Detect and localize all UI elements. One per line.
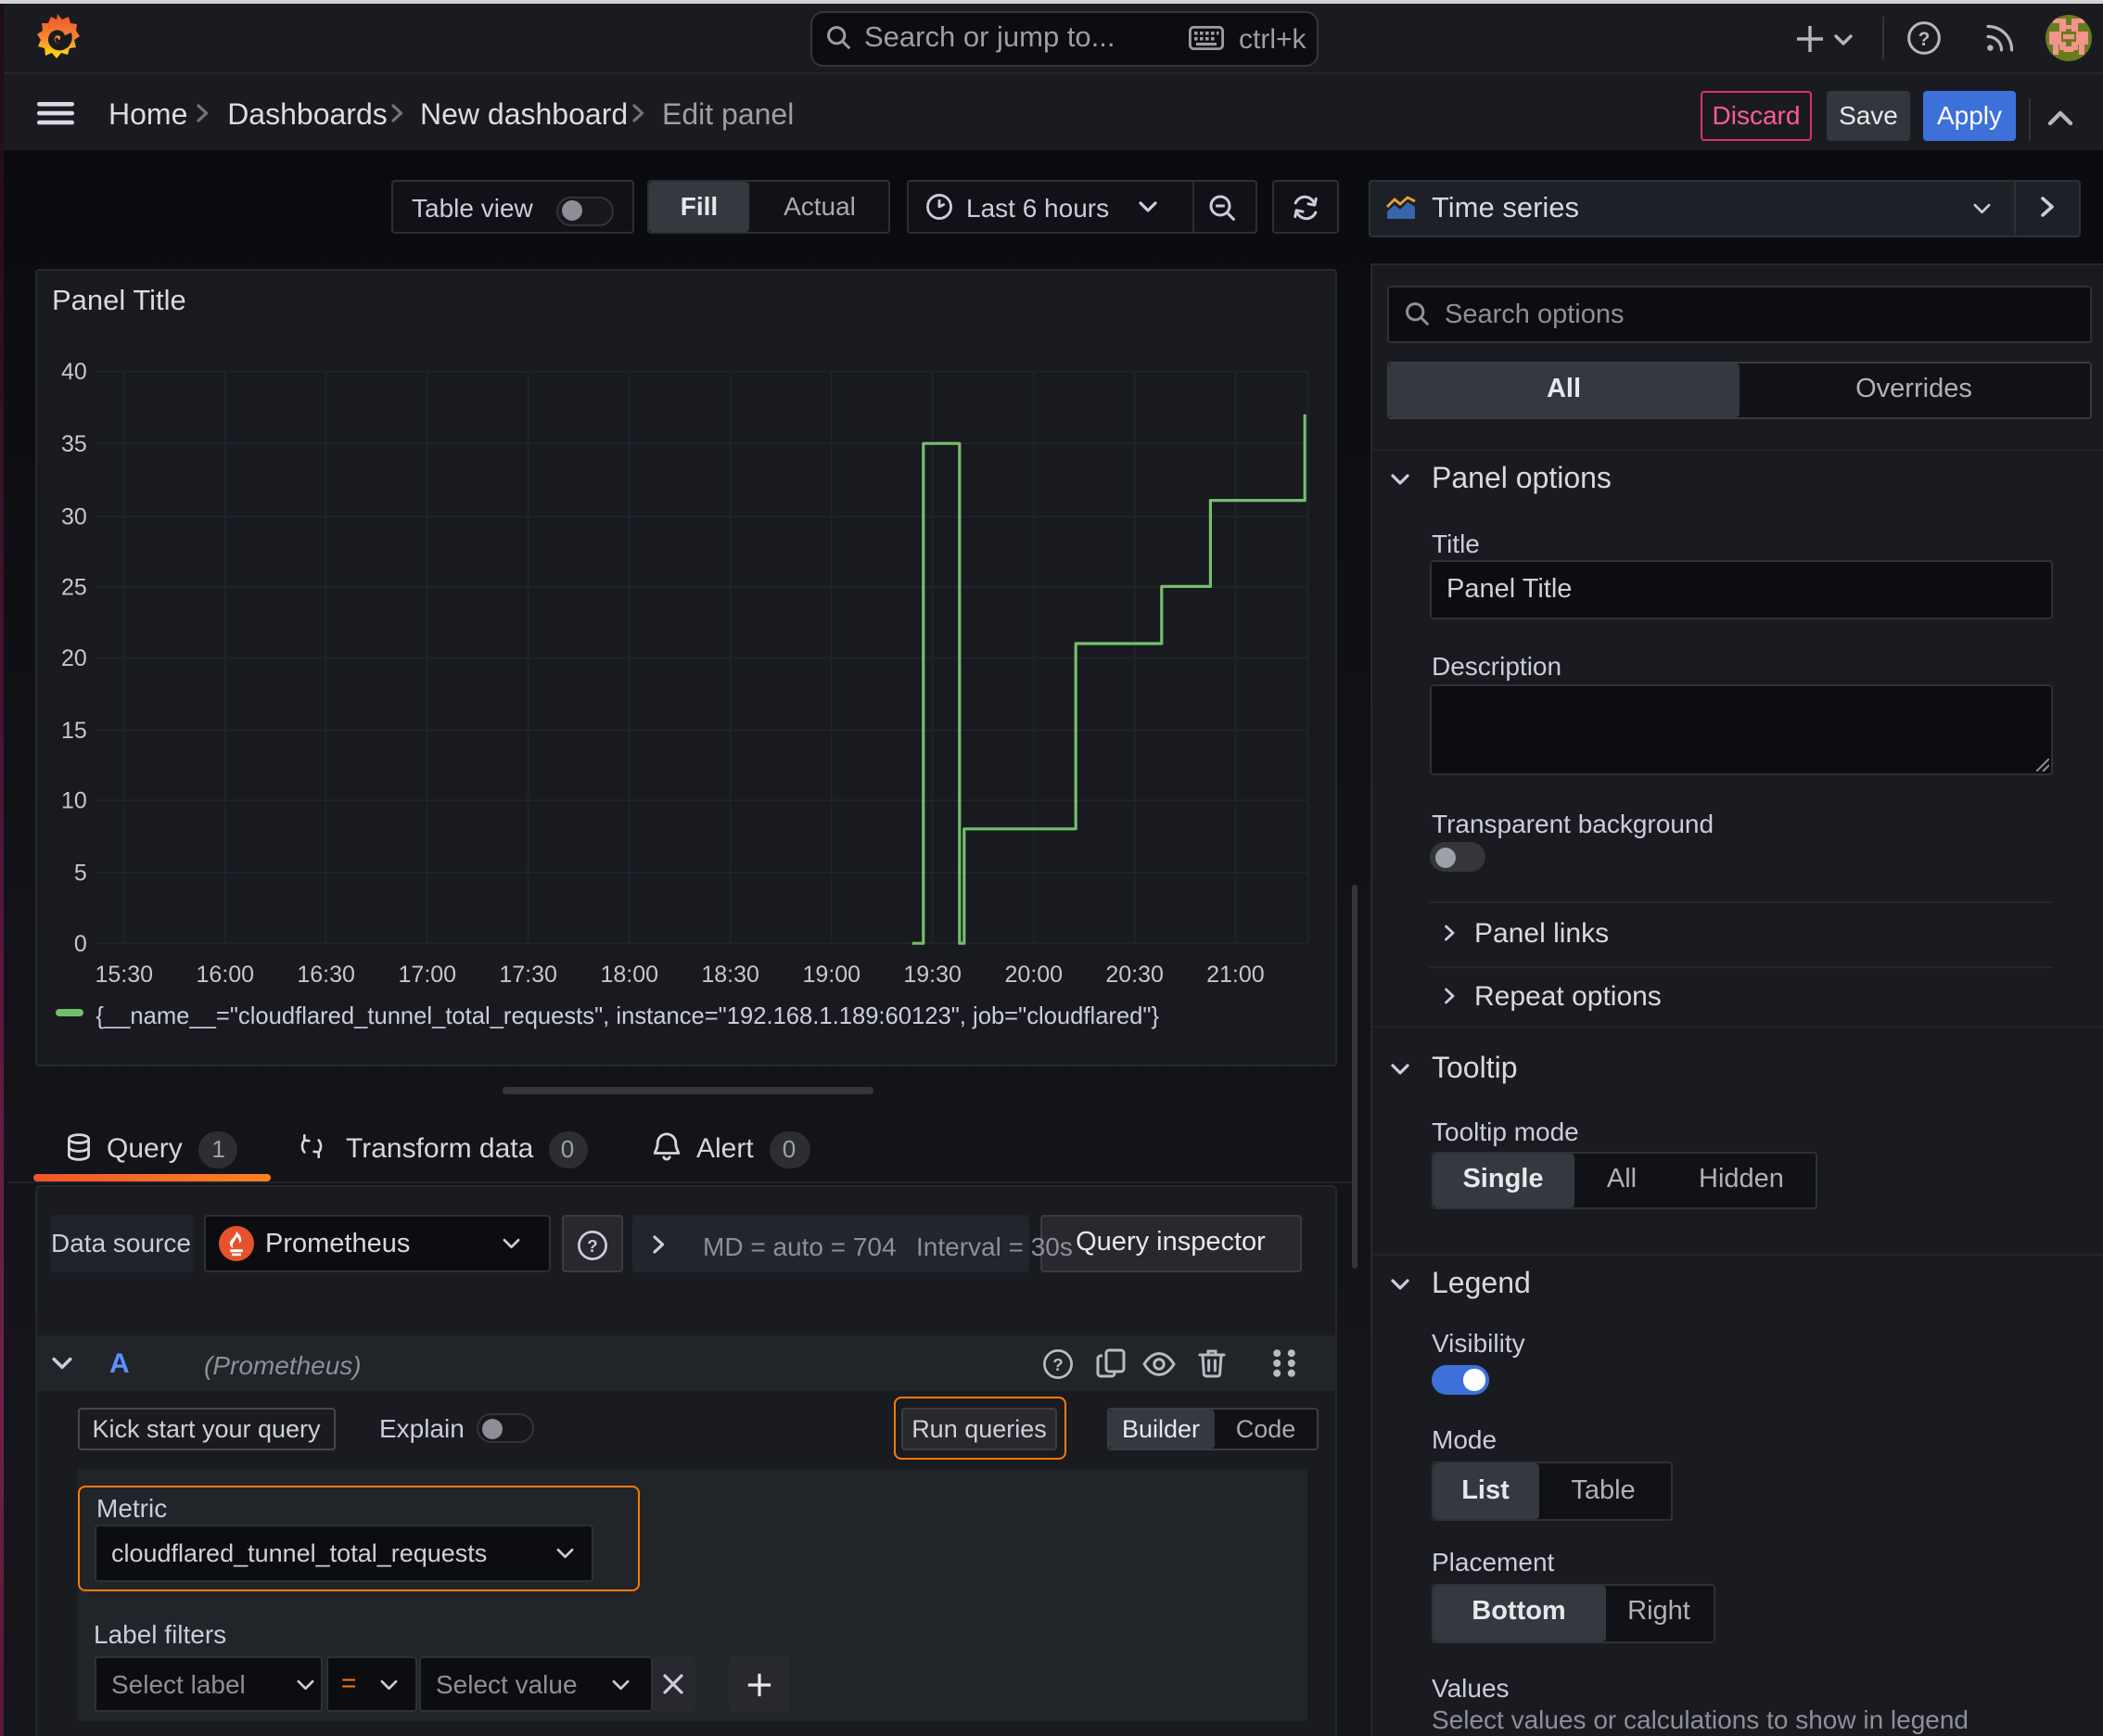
svg-text:19:00: 19:00	[802, 963, 860, 989]
svg-text:20: 20	[60, 646, 86, 672]
svg-text:17:30: 17:30	[499, 963, 557, 989]
svg-text:5: 5	[73, 861, 86, 887]
svg-text:25: 25	[60, 575, 86, 601]
svg-text:17:00: 17:00	[398, 963, 456, 989]
svg-text:16:30: 16:30	[297, 963, 355, 989]
svg-text:15:30: 15:30	[95, 963, 153, 989]
svg-text:15: 15	[60, 719, 86, 745]
svg-text:16:00: 16:00	[196, 963, 254, 989]
svg-text:18:30: 18:30	[701, 963, 759, 989]
svg-text:?: ?	[1052, 1355, 1063, 1374]
svg-text:10: 10	[60, 788, 86, 814]
svg-text:20:30: 20:30	[1105, 963, 1164, 989]
svg-text:21:00: 21:00	[1205, 963, 1264, 989]
svg-text:35: 35	[60, 431, 86, 457]
svg-text:20:00: 20:00	[1004, 963, 1063, 989]
svg-text:?: ?	[1918, 29, 1931, 50]
svg-text:?: ?	[586, 1235, 596, 1255]
svg-text:30: 30	[60, 504, 86, 530]
svg-text:0: 0	[73, 931, 86, 957]
svg-text:19:30: 19:30	[903, 963, 962, 989]
svg-text:40: 40	[60, 360, 86, 386]
svg-text:18:00: 18:00	[600, 963, 658, 989]
